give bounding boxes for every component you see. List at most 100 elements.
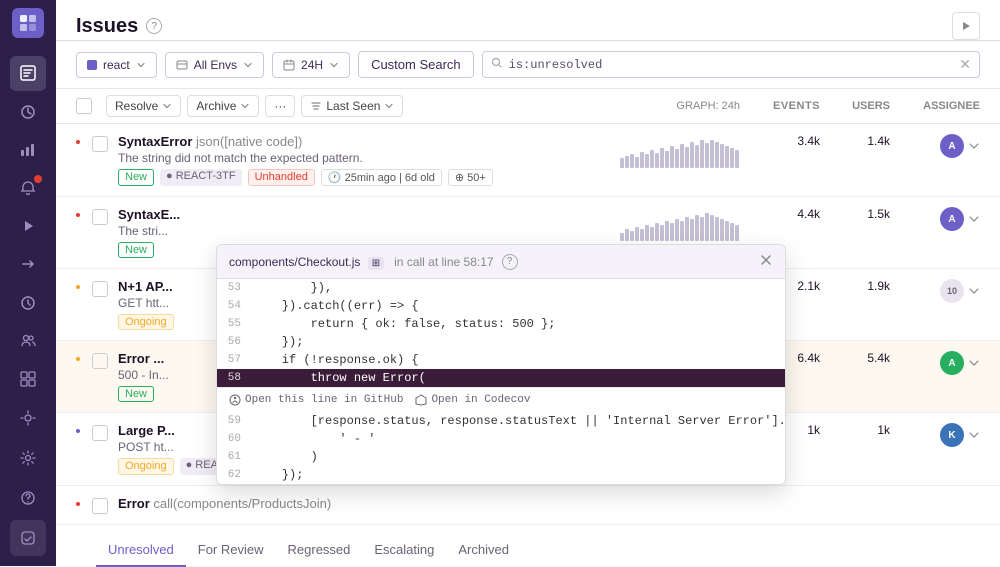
issue-level-indicator bbox=[76, 213, 80, 217]
chevron-down-icon bbox=[240, 101, 250, 111]
chevron-down-icon[interactable] bbox=[968, 285, 980, 297]
chevron-down-icon[interactable] bbox=[968, 357, 980, 369]
issue-assignee: K bbox=[890, 423, 980, 447]
issue-title-extra: json([native code]) bbox=[196, 134, 302, 149]
code-line: 59 [response.status, response.statusText… bbox=[217, 412, 785, 430]
tag-ongoing: Ongoing bbox=[118, 458, 174, 475]
sidebar-item-perf[interactable] bbox=[10, 95, 46, 129]
sidebar-logo[interactable] bbox=[12, 8, 44, 38]
sidebar-item-settings[interactable] bbox=[10, 440, 46, 476]
sidebar-item-dashboards[interactable] bbox=[10, 362, 46, 396]
issue-title-extra: call(components/ProductsJoin) bbox=[153, 496, 331, 511]
issue-checkbox[interactable] bbox=[92, 281, 108, 297]
sort-button[interactable]: Last Seen bbox=[301, 95, 403, 117]
issue-content: Error call(components/ProductsJoin) bbox=[118, 496, 980, 511]
resolve-button[interactable]: Resolve bbox=[106, 95, 181, 117]
chevron-down-icon[interactable] bbox=[968, 213, 980, 225]
graph-header: GRAPH: 24h bbox=[620, 100, 740, 112]
issue-content: SyntaxError json([native code]) The stri… bbox=[118, 134, 620, 186]
search-input[interactable] bbox=[509, 58, 960, 72]
chevron-down-icon[interactable] bbox=[968, 140, 980, 152]
sidebar-item-alerts[interactable] bbox=[10, 171, 46, 205]
sidebar-item-issues[interactable] bbox=[10, 56, 46, 90]
assignee-header: ASSIGNEE bbox=[890, 100, 980, 112]
sort-label: Last Seen bbox=[326, 99, 380, 113]
project-filter-button[interactable]: react bbox=[76, 52, 157, 78]
code-line: 55 return { ok: false, status: 500 }; bbox=[217, 315, 785, 333]
file-link[interactable]: ⊞ bbox=[368, 257, 384, 270]
tag-new: New bbox=[118, 386, 154, 402]
issue-level-indicator bbox=[76, 140, 80, 144]
code-popup: components/Checkout.js ⊞ in call at line… bbox=[216, 244, 786, 485]
archive-button[interactable]: Archive bbox=[187, 95, 259, 117]
issue-title: Error call(components/ProductsJoin) bbox=[118, 496, 980, 511]
play-button[interactable] bbox=[952, 12, 980, 40]
close-popup-button[interactable] bbox=[759, 253, 773, 270]
code-line: 53 }), bbox=[217, 279, 785, 297]
chevron-down-icon[interactable] bbox=[968, 429, 980, 441]
tag-unhandled: Unhandled bbox=[248, 169, 315, 186]
tag-new: New bbox=[118, 169, 154, 186]
calendar-icon bbox=[283, 59, 295, 71]
issue-users: 5.4k bbox=[820, 351, 890, 365]
chevron-down-icon bbox=[136, 60, 146, 70]
issue-stats: 4.4k 1.5k A bbox=[740, 207, 980, 231]
avatar: K bbox=[940, 423, 964, 447]
table-row[interactable]: SyntaxError json([native code]) The stri… bbox=[56, 124, 1000, 197]
table-row[interactable]: Error call(components/ProductsJoin) bbox=[56, 486, 1000, 525]
tag-project: ● REACT-3TF bbox=[160, 169, 242, 186]
code-help-icon[interactable]: ? bbox=[502, 254, 518, 270]
issue-checkbox[interactable] bbox=[92, 353, 108, 369]
open-github-button[interactable]: Open this line in GitHub bbox=[229, 394, 403, 406]
issue-title: SyntaxError json([native code]) bbox=[118, 134, 620, 149]
sidebar-item-replay[interactable] bbox=[10, 209, 46, 243]
sidebar-item-discover[interactable] bbox=[10, 133, 46, 167]
open-codecov-button[interactable]: Open in Codecov bbox=[415, 394, 530, 406]
code-body: 53 }), 54 }).catch((err) => { 55 return … bbox=[217, 279, 785, 484]
sort-icon bbox=[310, 100, 322, 112]
issue-checkbox[interactable] bbox=[92, 209, 108, 225]
code-line: 56 }); bbox=[217, 333, 785, 351]
issue-tags: New ● REACT-3TF Unhandled 🕐 25min ago | … bbox=[118, 169, 620, 186]
issue-checkbox[interactable] bbox=[92, 425, 108, 441]
alert-badge bbox=[34, 175, 42, 183]
sidebar-item-releases[interactable] bbox=[10, 247, 46, 281]
custom-search-button[interactable]: Custom Search bbox=[358, 51, 474, 78]
issue-title: SyntaxE... bbox=[118, 207, 620, 222]
chevron-down-icon bbox=[329, 60, 339, 70]
search-icon bbox=[491, 57, 503, 72]
project-filter-label: react bbox=[103, 58, 130, 72]
page-header: Issues ? Unresolved For Review Regressed… bbox=[56, 0, 1000, 41]
archive-label: Archive bbox=[196, 99, 236, 113]
issue-desc: The stri... bbox=[118, 224, 620, 238]
issue-checkbox[interactable] bbox=[92, 498, 108, 514]
time-filter-label: 24H bbox=[301, 58, 323, 72]
sidebar-item-monitor[interactable] bbox=[10, 286, 46, 320]
time-filter-button[interactable]: 24H bbox=[272, 52, 350, 78]
issue-assignee: A bbox=[890, 351, 980, 375]
sidebar-item-help[interactable] bbox=[10, 480, 46, 516]
users-header: USERS bbox=[820, 100, 890, 112]
sidebar-item-users[interactable] bbox=[10, 324, 46, 358]
env-filter-label: All Envs bbox=[194, 58, 237, 72]
env-filter-button[interactable]: All Envs bbox=[165, 52, 264, 78]
issue-level-indicator bbox=[76, 502, 80, 506]
code-file-path: components/Checkout.js ⊞ bbox=[229, 255, 384, 269]
issue-assignee: A bbox=[890, 134, 980, 158]
code-line: 57 if (!response.ok) { bbox=[217, 351, 785, 369]
code-line: 62 }); bbox=[217, 466, 785, 484]
title-help-icon[interactable]: ? bbox=[146, 18, 162, 34]
issue-checkbox[interactable] bbox=[92, 136, 108, 152]
code-actions: Open this line in GitHub Open in Codecov bbox=[217, 387, 785, 412]
select-all-checkbox[interactable] bbox=[76, 98, 92, 114]
more-actions-button[interactable]: ··· bbox=[265, 95, 295, 117]
page-title: Issues bbox=[76, 15, 138, 38]
code-line: 60 ' - ' bbox=[217, 430, 785, 448]
issue-events: 3.4k bbox=[740, 134, 820, 148]
clear-search-button[interactable]: ✕ bbox=[959, 56, 971, 73]
sidebar bbox=[0, 0, 56, 566]
avatar: A bbox=[940, 134, 964, 158]
sidebar-item-integrations[interactable] bbox=[10, 400, 46, 436]
issue-level-indicator bbox=[76, 357, 80, 361]
sidebar-item-org[interactable] bbox=[10, 520, 46, 556]
